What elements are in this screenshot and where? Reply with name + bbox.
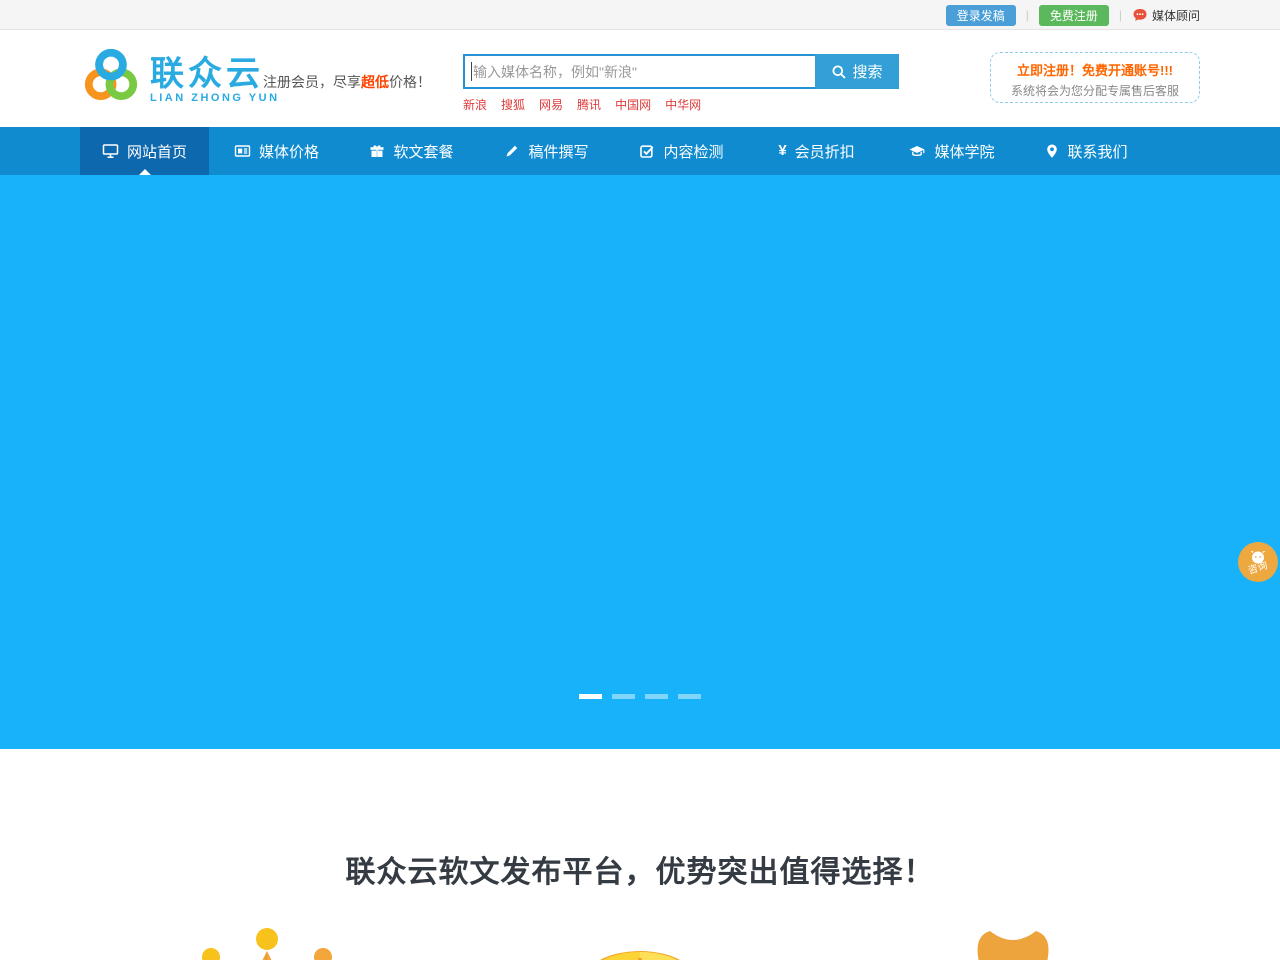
hot-links: 新浪 搜狐 网易 腾讯 中国网 中华网 bbox=[463, 96, 899, 113]
logo-text-cn: 联众云 bbox=[150, 56, 280, 92]
coin-icon: $ bbox=[580, 921, 700, 960]
pen-icon bbox=[504, 143, 520, 159]
nav-item-label: 联系我们 bbox=[1067, 141, 1127, 162]
carousel-dot-3[interactable] bbox=[645, 694, 668, 699]
promo-line2: 系统将会为您分配专属售后客服 bbox=[991, 82, 1199, 99]
trefoil-logo-icon bbox=[80, 46, 142, 113]
search-area: 搜索 新浪 搜狐 网易 腾讯 中国网 中华网 bbox=[463, 54, 899, 113]
nav-item-article-packages[interactable]: 软文套餐 bbox=[344, 127, 479, 175]
media-consultant-link[interactable]: 媒体顾问 bbox=[1132, 7, 1200, 24]
feature-price: $ bbox=[453, 921, 826, 960]
hero-carousel: 咨询 bbox=[0, 175, 1280, 749]
graduation-cap-icon bbox=[908, 143, 926, 159]
promo-line1: 立即注册！免费开通账号!!! bbox=[991, 60, 1199, 79]
nav-item-home[interactable]: 网站首页 bbox=[80, 127, 209, 175]
register-promo-box[interactable]: 立即注册！免费开通账号!!! 系统将会为您分配专属售后客服 bbox=[990, 52, 1200, 103]
hot-link[interactable]: 新浪 bbox=[463, 96, 487, 113]
nav-item-label: 媒体价格 bbox=[259, 141, 319, 162]
search-icon bbox=[831, 64, 847, 80]
logo-text-en: LIAN ZHONG YUN bbox=[150, 92, 280, 104]
hot-link[interactable]: 腾讯 bbox=[577, 96, 601, 113]
nav-item-media-prices[interactable]: 媒体价格 bbox=[209, 127, 344, 175]
advantages-section: 联众云软文发布平台，优势突出值得选择！ bbox=[0, 749, 1280, 960]
topbar-divider: | bbox=[1119, 8, 1122, 22]
nav-item-label: 会员折扣 bbox=[795, 141, 855, 162]
topbar-divider: | bbox=[1026, 8, 1029, 22]
nav-item-contact-us[interactable]: 联系我们 bbox=[1019, 127, 1154, 175]
nav-item-media-academy[interactable]: 媒体学院 bbox=[884, 127, 1019, 175]
check-square-icon bbox=[639, 143, 655, 159]
features-row: $ bbox=[80, 921, 1200, 960]
nav-item-label: 媒体学院 bbox=[934, 141, 994, 162]
moneybag-icon bbox=[968, 921, 1058, 960]
header-tagline: 注册会员，尽享超低价格！ bbox=[263, 72, 431, 92]
carousel-dot-4[interactable] bbox=[678, 694, 701, 699]
nav-item-member-discount[interactable]: ¥ 会员折扣 bbox=[749, 127, 884, 175]
carousel-dot-1[interactable] bbox=[579, 694, 602, 699]
search-input[interactable] bbox=[463, 54, 815, 89]
chat-bubble-icon bbox=[1132, 7, 1148, 23]
login-button[interactable]: 登录发稿 bbox=[946, 5, 1016, 26]
dollar-glyph: $ bbox=[580, 951, 700, 960]
hot-link[interactable]: 搜狐 bbox=[501, 96, 525, 113]
register-button[interactable]: 免费注册 bbox=[1039, 5, 1109, 26]
topbar: 登录发稿 | 免费注册 | 媒体顾问 bbox=[0, 0, 1280, 30]
nav-item-copywriting[interactable]: 稿件撰写 bbox=[479, 127, 614, 175]
tagline-highlight: 超低 bbox=[361, 74, 389, 90]
nav-item-content-check[interactable]: 内容检测 bbox=[614, 127, 749, 175]
consult-float-button[interactable]: 咨询 bbox=[1238, 542, 1278, 582]
nav-item-label: 网站首页 bbox=[127, 141, 187, 162]
yen-icon: ¥ bbox=[778, 143, 786, 159]
main-nav: 网站首页 媒体价格 软文套餐 稿件撰写 内容检测 bbox=[0, 127, 1280, 175]
site-logo[interactable]: 联众云 LIAN ZHONG YUN bbox=[80, 46, 280, 113]
map-pin-icon bbox=[1045, 143, 1059, 159]
carousel-dot-2[interactable] bbox=[612, 694, 635, 699]
hot-link[interactable]: 中华网 bbox=[665, 96, 701, 113]
section-heading: 联众云软文发布平台，优势突出值得选择！ bbox=[0, 847, 1280, 891]
newspaper-icon bbox=[234, 143, 251, 159]
nav-item-label: 内容检测 bbox=[663, 141, 723, 162]
nav-item-label: 软文套餐 bbox=[393, 141, 453, 162]
crown-icon bbox=[201, 921, 333, 960]
feature-refund bbox=[827, 921, 1200, 960]
hot-link[interactable]: 中国网 bbox=[615, 96, 651, 113]
media-consultant-label: 媒体顾问 bbox=[1152, 7, 1200, 24]
site-header: 联众云 LIAN ZHONG YUN 注册会员，尽享超低价格！ 搜索 新浪 bbox=[0, 30, 1280, 127]
text-caret bbox=[471, 62, 472, 81]
search-button[interactable]: 搜索 bbox=[815, 54, 899, 89]
hot-link[interactable]: 网易 bbox=[539, 96, 563, 113]
feature-quality bbox=[80, 921, 453, 960]
nav-item-label: 稿件撰写 bbox=[528, 141, 588, 162]
monitor-icon bbox=[102, 143, 119, 159]
carousel-dots bbox=[579, 694, 701, 699]
gift-icon bbox=[369, 143, 385, 159]
search-button-label: 搜索 bbox=[852, 61, 882, 82]
